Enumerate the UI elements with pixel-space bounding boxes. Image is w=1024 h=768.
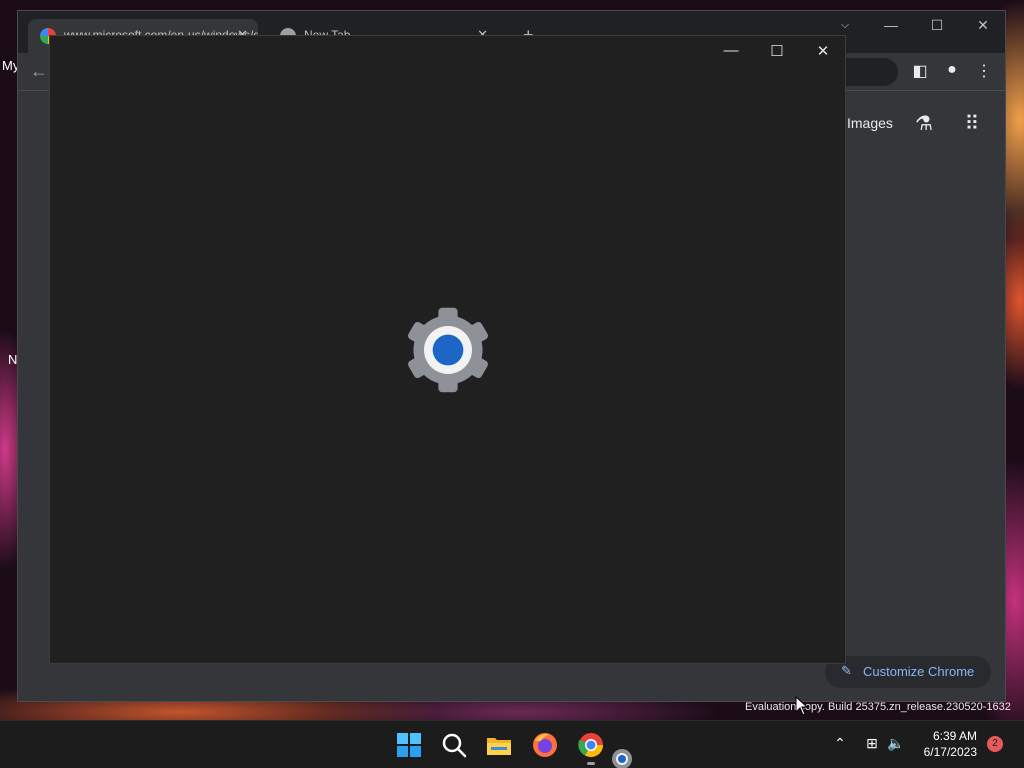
close-button[interactable]: ✕ [968, 17, 998, 34]
more-menu-icon[interactable]: ⋮ [973, 61, 995, 81]
chrome-icon[interactable] [577, 731, 605, 759]
mouse-cursor-icon [795, 696, 809, 716]
side-panel-icon[interactable]: ◧ [909, 61, 931, 81]
clock-time[interactable]: 6:39 AM [897, 729, 977, 743]
maximize-button[interactable]: ☐ [754, 42, 800, 60]
taskbar: ⌃ ⊞ 🔈 6:39 AM 6/17/2023 [0, 720, 1024, 768]
chevron-up-icon[interactable]: ⌃ [830, 735, 850, 752]
close-button[interactable]: ✕ [800, 42, 846, 60]
gear-accent [432, 334, 464, 366]
maximize-button[interactable]: ☐ [922, 17, 952, 34]
customize-chrome-button[interactable]: ✎ Customize Chrome [825, 656, 991, 688]
desktop-icon-label[interactable]: N [8, 352, 17, 367]
chevron-down-icon[interactable]: ⌵ [830, 19, 860, 32]
images-link[interactable]: Images [847, 115, 893, 131]
search-icon[interactable] [440, 731, 468, 759]
apps-grid-icon[interactable]: ⠿ [959, 111, 985, 136]
labs-flask-icon[interactable]: ⚗ [911, 111, 937, 136]
notification-badge[interactable]: 2 [987, 736, 1003, 752]
start-icon[interactable] [395, 731, 423, 759]
running-indicator [587, 762, 595, 765]
network-icon[interactable]: ⊞ [862, 735, 882, 752]
customize-chrome-label: Customize Chrome [863, 664, 975, 679]
evaluation-watermark: Evaluation copy. Build 25375.zn_release.… [745, 701, 1011, 713]
firefox-icon[interactable] [531, 731, 559, 759]
settings-gear-icon [408, 307, 488, 393]
minimize-button[interactable]: — [876, 17, 906, 33]
settings-icon[interactable] [610, 747, 638, 768]
back-arrow-icon[interactable]: ← [30, 61, 48, 82]
file-explorer-icon[interactable] [485, 731, 513, 759]
minimize-button[interactable]: — [708, 42, 754, 59]
settings-splash-window: — ☐ ✕ [49, 35, 846, 664]
profile-icon[interactable]: ● [941, 61, 963, 79]
clock-date[interactable]: 6/17/2023 [897, 745, 977, 759]
pencil-icon: ✎ [841, 663, 852, 678]
